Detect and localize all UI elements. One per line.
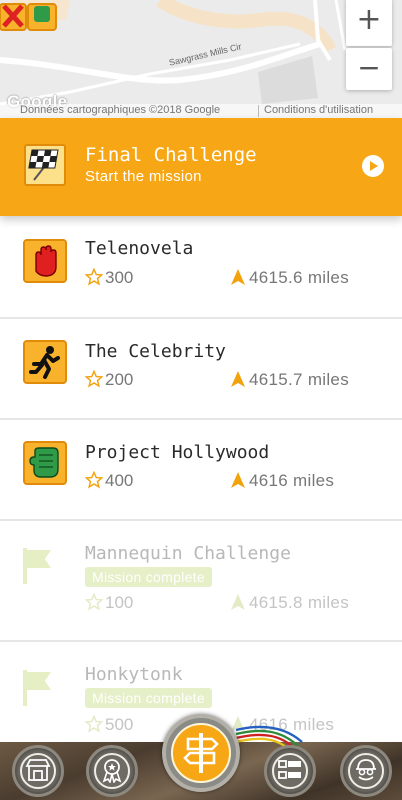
play-icon[interactable] — [362, 155, 384, 177]
mission-item-telenovela[interactable]: Telenovela 300 4615.6 miles — [0, 216, 402, 319]
mission-points: 100 — [105, 593, 134, 612]
hand-stop-icon — [23, 239, 67, 283]
mission-points: 200 — [105, 370, 134, 389]
nav-checklist-button[interactable] — [264, 745, 316, 797]
distance-arrow-icon — [231, 269, 245, 285]
mission-complete-badge: Mission complete — [85, 567, 212, 587]
running-figure-icon — [23, 340, 67, 384]
mission-distance: 4615.6 miles — [249, 268, 349, 287]
attribution-divider — [258, 105, 259, 117]
mission-item-the-celebrity[interactable]: The Celebrity 200 4615.7 miles — [0, 319, 402, 420]
mission-distance: 4615.8 miles — [249, 593, 349, 612]
nav-missions-button[interactable] — [162, 714, 240, 792]
mission-distance: 4615.7 miles — [249, 370, 349, 389]
zoom-in-button[interactable]: + — [346, 0, 392, 46]
agent-profile-icon — [356, 759, 376, 781]
mission-stats: 100 4615.8 miles — [85, 593, 385, 615]
mission-points: 400 — [105, 471, 134, 490]
thumbs-up-icon — [23, 441, 67, 485]
map-view[interactable]: Sawgrass Mills Cir Google Données cartog… — [0, 0, 402, 118]
star-icon — [85, 715, 103, 733]
nav-rewards-button[interactable] — [86, 745, 138, 797]
star-icon — [85, 593, 103, 611]
mission-name: Telenovela — [85, 238, 194, 259]
flag-icon — [23, 670, 51, 706]
map-mission-marker-icon[interactable] — [0, 0, 64, 32]
mission-name: The Celebrity — [85, 341, 226, 362]
banner-title: Final Challenge — [85, 144, 257, 166]
distance-arrow-icon — [231, 594, 245, 610]
zoom-out-button[interactable]: − — [346, 48, 392, 90]
nav-profile-button[interactable] — [340, 745, 392, 797]
mission-stats: 400 4616 miles — [85, 471, 385, 493]
distance-arrow-icon — [231, 472, 245, 488]
mission-complete-badge: Mission complete — [85, 688, 212, 708]
mission-name: Mannequin Challenge — [85, 543, 291, 564]
mission-name: Project Hollywood — [85, 442, 270, 463]
mission-points: 300 — [105, 268, 134, 287]
star-icon — [85, 268, 103, 286]
mission-stats: 200 4615.7 miles — [85, 370, 385, 392]
map-data-credit: Données cartographiques ©2018 Google — [20, 104, 221, 116]
nav-store-button[interactable] — [12, 745, 64, 797]
distance-arrow-icon — [231, 371, 245, 387]
banner-subtitle: Start the mission — [85, 168, 202, 185]
map-attribution-bar: Données cartographiques ©2018 Google Con… — [0, 104, 402, 118]
minus-icon: − — [357, 51, 381, 84]
mission-item-project-hollywood[interactable]: Project Hollywood 400 4616 miles — [0, 420, 402, 521]
mission-distance: 4616 miles — [249, 471, 335, 490]
checklist-icon — [278, 760, 301, 779]
signpost-icon — [183, 733, 219, 773]
final-challenge-banner[interactable]: Final Challenge Start the mission — [0, 118, 402, 216]
terms-link[interactable]: Conditions d'utilisation — [264, 104, 373, 116]
mission-name: Honkytonk — [85, 664, 183, 685]
star-icon — [85, 370, 103, 388]
mission-item-mannequin-challenge[interactable]: Mannequin Challenge Mission complete 100… — [0, 521, 402, 642]
star-icon — [85, 471, 103, 489]
flag-icon — [23, 548, 51, 584]
plus-icon: + — [356, 2, 382, 37]
store-icon — [25, 759, 51, 781]
mission-stats: 300 4615.6 miles — [85, 268, 385, 290]
award-ribbon-icon — [102, 759, 122, 783]
mission-points: 500 — [105, 715, 134, 734]
checkered-flag-icon — [24, 144, 66, 186]
